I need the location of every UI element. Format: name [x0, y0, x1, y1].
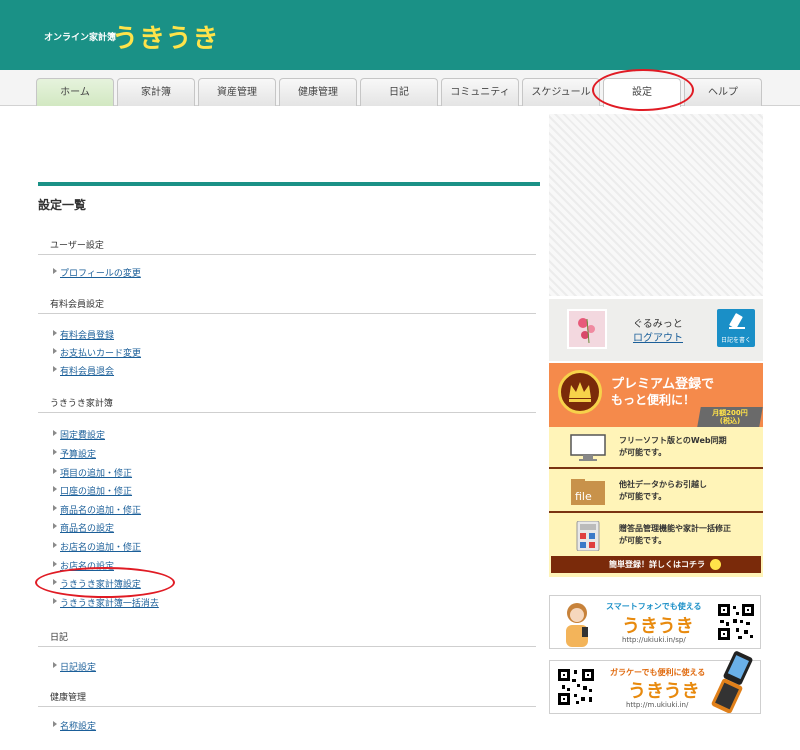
crown-icon: [558, 370, 602, 414]
tab-settings[interactable]: 設定: [603, 78, 681, 107]
link-budget[interactable]: 予算設定: [52, 447, 96, 460]
logout-link[interactable]: ログアウト: [633, 329, 683, 344]
link-account-edit[interactable]: 口座の追加・修正: [52, 484, 132, 497]
site-header: オンライン家計簿 うきうき: [0, 0, 800, 70]
price-text: 月額200円 (税込): [701, 409, 759, 425]
link-shop-settings[interactable]: お店名の設定: [52, 559, 114, 572]
write-diary-label: 日記を書く: [720, 337, 751, 344]
link-fixed-cost[interactable]: 固定費設定: [52, 428, 105, 441]
section-heading-user: ユーザー設定: [50, 241, 104, 251]
write-diary-button[interactable]: 日記を書く: [717, 309, 755, 347]
section-divider: [38, 706, 536, 707]
premium-title: プレミアム登録で: [611, 377, 715, 392]
tab-help[interactable]: ヘルプ: [684, 78, 762, 106]
link-paid-cancel[interactable]: 有料会員退会: [52, 364, 114, 377]
tab-assets[interactable]: 資産管理: [198, 78, 276, 106]
pen-icon: [729, 313, 745, 329]
link-kakeibo-bulk-delete[interactable]: うきうき家計簿一括消去: [53, 596, 159, 609]
user-name: ぐるみっと: [633, 319, 683, 330]
link-kakeibo-settings[interactable]: うきうき家計簿設定: [53, 577, 141, 590]
ad-placeholder: [549, 114, 763, 296]
price-note: (税込): [719, 417, 741, 425]
price-amount: 月額200円: [712, 409, 748, 417]
qr-code-keitai: [556, 667, 596, 707]
section-divider: [38, 412, 536, 413]
link-shop-edit[interactable]: お店名の追加・修正: [52, 540, 141, 553]
link-product-settings[interactable]: 商品名の設定: [52, 521, 114, 534]
calculator-icon: [576, 521, 600, 551]
avatar-image: [578, 318, 595, 344]
premium-subtitle: もっと便利に！: [611, 393, 696, 407]
section-heading-health: 健康管理: [50, 693, 87, 703]
smartphone-url: http://ukiuki.in/sp/: [622, 636, 686, 644]
flip-phone-icon: [711, 651, 753, 713]
smartphone-logo: うきうき: [622, 616, 694, 637]
section-divider: [38, 646, 536, 647]
title-divider: [38, 182, 540, 186]
link-diary-settings[interactable]: 日記設定: [52, 660, 96, 673]
premium-feature-gift: 贈答品管理機能や家計一括修正 が可能です。: [549, 515, 763, 557]
woman-with-phone-image: [566, 603, 588, 647]
section-heading-kakeibo: うきうき家計簿: [50, 399, 113, 409]
link-product-edit[interactable]: 商品名の追加・修正: [52, 503, 141, 516]
keitai-banner[interactable]: ガラケーでも便利に使える うきうき http://m.ukiuki.in/: [549, 651, 761, 714]
link-paid-register[interactable]: 有料会員登録: [52, 328, 114, 341]
feature-sync-text: フリーソフト版とのWeb同期 が可能です。: [619, 436, 727, 457]
avatar: [567, 309, 607, 349]
premium-register-label: 簡単登録！詳しくはコチラ: [609, 560, 705, 569]
file-icon: file: [571, 479, 605, 505]
user-box: ぐるみっと ログアウト 日記を書く: [549, 299, 763, 361]
feature-gift-text: 贈答品管理機能や家計一括修正 が可能です。: [619, 524, 731, 545]
link-profile-change[interactable]: プロフィールの変更: [53, 266, 141, 279]
tab-schedule[interactable]: スケジュール: [522, 78, 600, 106]
premium-feature-sync: フリーソフト版とのWeb同期 が可能です。: [549, 427, 763, 469]
site-logo[interactable]: うきうき: [112, 18, 219, 55]
link-category-edit[interactable]: 項目の追加・修正: [52, 466, 132, 479]
section-heading-diary: 日記: [50, 633, 69, 643]
premium-banner[interactable]: プレミアム登録で もっと便利に！ 月額200円 (税込) フリーソフト版とのWe…: [549, 363, 763, 577]
section-divider: [38, 254, 536, 255]
smartphone-banner[interactable]: スマートフォンでも使える うきうき http://ukiuki.in/sp/: [549, 595, 761, 649]
tab-kakeibo[interactable]: 家計簿: [117, 78, 195, 106]
tab-health[interactable]: 健康管理: [279, 78, 357, 106]
premium-register-button[interactable]: 簡単登録！詳しくはコチラ: [551, 556, 761, 573]
premium-feature-migrate: file 他社データからお引越し が可能です。: [549, 471, 763, 513]
keitai-url: http://m.ukiuki.in/: [626, 701, 689, 709]
file-icon-label: file: [575, 490, 592, 503]
qr-code-smartphone: [716, 602, 756, 642]
link-name-settings[interactable]: 名称設定: [52, 719, 96, 732]
tab-home[interactable]: ホーム: [36, 78, 114, 106]
link-card-change[interactable]: お支払いカード変更: [52, 346, 141, 359]
main-nav: ホーム 家計簿 資産管理 健康管理 日記 コミュニティ スケジュール 設定 ヘル…: [0, 70, 800, 107]
tab-diary[interactable]: 日記: [360, 78, 438, 106]
premium-header: プレミアム登録で もっと便利に！ 月額200円 (税込): [549, 363, 763, 427]
smartphone-caption: スマートフォンでも使える: [606, 602, 702, 611]
feature-migrate-text: 他社データからお引越し が可能です。: [619, 480, 707, 501]
arrow-right-icon: [710, 559, 721, 570]
monitor-icon: [570, 434, 606, 461]
site-subtitle: オンライン家計簿: [44, 33, 117, 43]
page-title: 設定一覧: [38, 198, 87, 212]
tab-community[interactable]: コミュニティ: [441, 78, 519, 106]
section-divider: [38, 313, 536, 314]
keitai-logo: うきうき: [628, 681, 700, 702]
section-heading-paid: 有料会員設定: [50, 300, 105, 310]
